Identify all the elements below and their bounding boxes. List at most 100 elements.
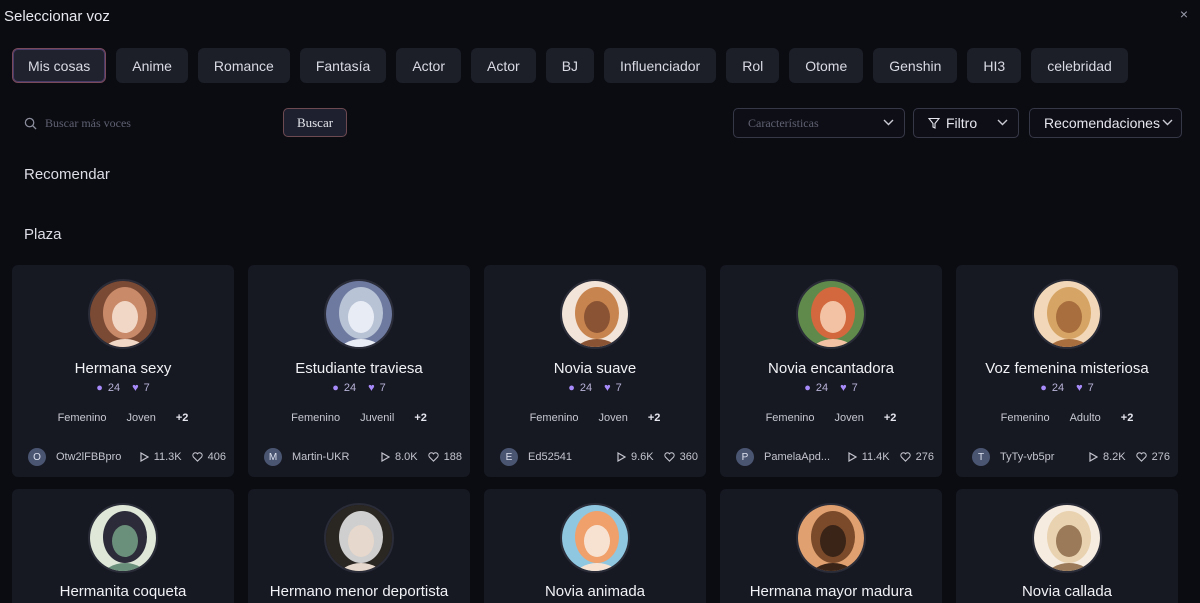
tag: Femenino bbox=[1000, 412, 1050, 424]
voice-card[interactable]: Voz femenina misteriosa ● 24 ♥ 7 Femenino Ad… bbox=[956, 265, 1178, 477]
author-name[interactable]: PamelaApd... bbox=[764, 451, 838, 463]
sort-dropdown[interactable]: Recomendaciones bbox=[1029, 108, 1182, 138]
author-name[interactable]: Otw2lFBBpro bbox=[56, 451, 130, 463]
author-name[interactable]: TyTy-vb5pr bbox=[1000, 451, 1079, 463]
avatar: P bbox=[736, 448, 754, 466]
globe-icon: ● bbox=[804, 382, 811, 394]
more-tags-badge: +2 bbox=[414, 412, 427, 424]
play-count: 9.6K bbox=[631, 451, 654, 463]
tab-hi3[interactable]: HI3 bbox=[967, 48, 1022, 83]
heart-icon: ♥ bbox=[368, 382, 375, 394]
tag: Femenino bbox=[765, 412, 815, 424]
filter-dropdown[interactable]: Filtro bbox=[913, 108, 1019, 138]
globe-icon: ● bbox=[568, 382, 575, 394]
heart-outline-icon[interactable] bbox=[1136, 452, 1147, 462]
play-count: 11.3K bbox=[153, 451, 182, 463]
tag: Joven bbox=[126, 412, 156, 424]
favorite-count: 7 bbox=[1087, 382, 1094, 394]
favorite-count: 7 bbox=[143, 382, 150, 394]
voice-footer: T TyTy-vb5pr 8.2K 276 bbox=[972, 448, 1170, 466]
play-icon bbox=[381, 452, 390, 462]
voice-avatar bbox=[324, 279, 394, 349]
voice-card[interactable]: Novia animada bbox=[484, 489, 706, 603]
tab-genshin[interactable]: Genshin bbox=[873, 48, 958, 83]
voice-avatar bbox=[560, 503, 630, 573]
voice-stats: ● 24 ♥ 7 bbox=[248, 382, 470, 394]
voice-name: Voz femenina misteriosa bbox=[985, 360, 1149, 377]
heart-outline-icon[interactable] bbox=[428, 452, 439, 462]
search-button[interactable]: Buscar bbox=[283, 108, 347, 137]
usage-count: 24 bbox=[815, 382, 829, 394]
voice-name: Hermanita coqueta bbox=[59, 583, 187, 600]
filter-label: Filtro bbox=[946, 115, 978, 131]
heart-icon: ♥ bbox=[1076, 382, 1083, 394]
voice-tags: Femenino Joven +2 bbox=[484, 412, 706, 424]
tab-actor[interactable]: Actor bbox=[471, 48, 536, 83]
voice-card[interactable]: Hermanita coqueta bbox=[12, 489, 234, 603]
voice-footer: P PamelaApd... 11.4K 276 bbox=[736, 448, 934, 466]
section-plaza: Plaza bbox=[24, 226, 62, 243]
like-count: 276 bbox=[915, 451, 934, 463]
like-count: 360 bbox=[679, 451, 698, 463]
voice-name: Novia animada bbox=[544, 583, 646, 600]
more-tags-badge: +2 bbox=[647, 412, 661, 424]
voice-card[interactable]: Hermano menor deportista bbox=[248, 489, 470, 603]
avatar: E bbox=[500, 448, 518, 466]
voice-footer: O Otw2lFBBpro 11.3K 406 bbox=[28, 448, 226, 466]
dialog-title: Seleccionar voz bbox=[4, 8, 110, 25]
voice-tags: Femenino Juvenil +2 bbox=[248, 412, 470, 424]
tab-anime[interactable]: Anime bbox=[116, 48, 188, 83]
voice-avatar bbox=[1032, 503, 1102, 573]
search-icon bbox=[24, 117, 37, 130]
play-count: 11.4K bbox=[861, 451, 890, 463]
voice-name: Novia suave bbox=[553, 360, 637, 377]
tab-romance[interactable]: Romance bbox=[197, 48, 290, 83]
heart-outline-icon[interactable] bbox=[664, 452, 675, 462]
author-name[interactable]: Ed52541 bbox=[528, 451, 607, 463]
globe-icon: ● bbox=[96, 382, 103, 394]
heart-outline-icon[interactable] bbox=[192, 452, 203, 462]
search-bar bbox=[12, 108, 277, 138]
favorite-count: 7 bbox=[615, 382, 622, 394]
avatar: M bbox=[264, 448, 282, 466]
voice-card[interactable]: Hermana mayor madura bbox=[720, 489, 942, 603]
voice-card[interactable]: Hermana sexy ● 24 ♥ 7 Femenino Joven +2 O Otw… bbox=[12, 265, 234, 477]
play-icon bbox=[848, 452, 857, 462]
play-count: 8.2K bbox=[1103, 451, 1126, 463]
tag: Adulto bbox=[1069, 412, 1101, 424]
tab-celebridad[interactable]: celebridad bbox=[1031, 48, 1128, 83]
usage-count: 24 bbox=[579, 382, 593, 394]
voice-name: Hermana sexy bbox=[74, 360, 172, 377]
funnel-icon bbox=[928, 117, 940, 129]
voice-card[interactable]: Novia callada bbox=[956, 489, 1178, 603]
voice-stats: ● 24 ♥ 7 bbox=[956, 382, 1178, 394]
voice-card[interactable]: Novia encantadora ● 24 ♥ 7 Femenino Joven +2… bbox=[720, 265, 942, 477]
tag: Femenino bbox=[529, 412, 579, 424]
play-icon bbox=[140, 452, 149, 462]
voice-avatar bbox=[324, 503, 394, 573]
section-recommend: Recomendar bbox=[24, 166, 110, 183]
characteristics-dropdown[interactable]: Características bbox=[733, 108, 905, 138]
tab-otome[interactable]: Otome bbox=[789, 48, 864, 83]
heart-outline-icon[interactable] bbox=[900, 452, 911, 462]
tab-bj[interactable]: BJ bbox=[545, 48, 595, 83]
voice-card[interactable]: Novia suave ● 24 ♥ 7 Femenino Joven +2 E Ed52… bbox=[484, 265, 706, 477]
tag: Femenino bbox=[57, 412, 107, 424]
tab-actor[interactable]: Actor bbox=[396, 48, 462, 83]
voice-avatar bbox=[796, 503, 866, 573]
voice-name: Novia encantadora bbox=[768, 360, 894, 377]
tab-mis-cosas[interactable]: Mis cosas bbox=[12, 48, 107, 83]
chevron-down-icon bbox=[1162, 117, 1173, 129]
tab-rol[interactable]: Rol bbox=[726, 48, 780, 83]
tab-influenciador[interactable]: Influenciador bbox=[604, 48, 717, 83]
author-name[interactable]: Martin-UKR bbox=[292, 451, 371, 463]
search-input[interactable] bbox=[45, 115, 265, 131]
tab-fantasía[interactable]: Fantasía bbox=[299, 48, 387, 83]
voice-stats: ● 24 ♥ 7 bbox=[720, 382, 942, 394]
sort-label: Recomendaciones bbox=[1044, 115, 1160, 131]
voice-footer: M Martin-UKR 8.0K 188 bbox=[264, 448, 462, 466]
more-tags-badge: +2 bbox=[1120, 412, 1134, 424]
heart-icon: ♥ bbox=[604, 382, 611, 394]
close-icon[interactable]: × bbox=[1180, 6, 1188, 22]
voice-card[interactable]: Estudiante traviesa ● 24 ♥ 7 Femenino Juveni… bbox=[248, 265, 470, 477]
